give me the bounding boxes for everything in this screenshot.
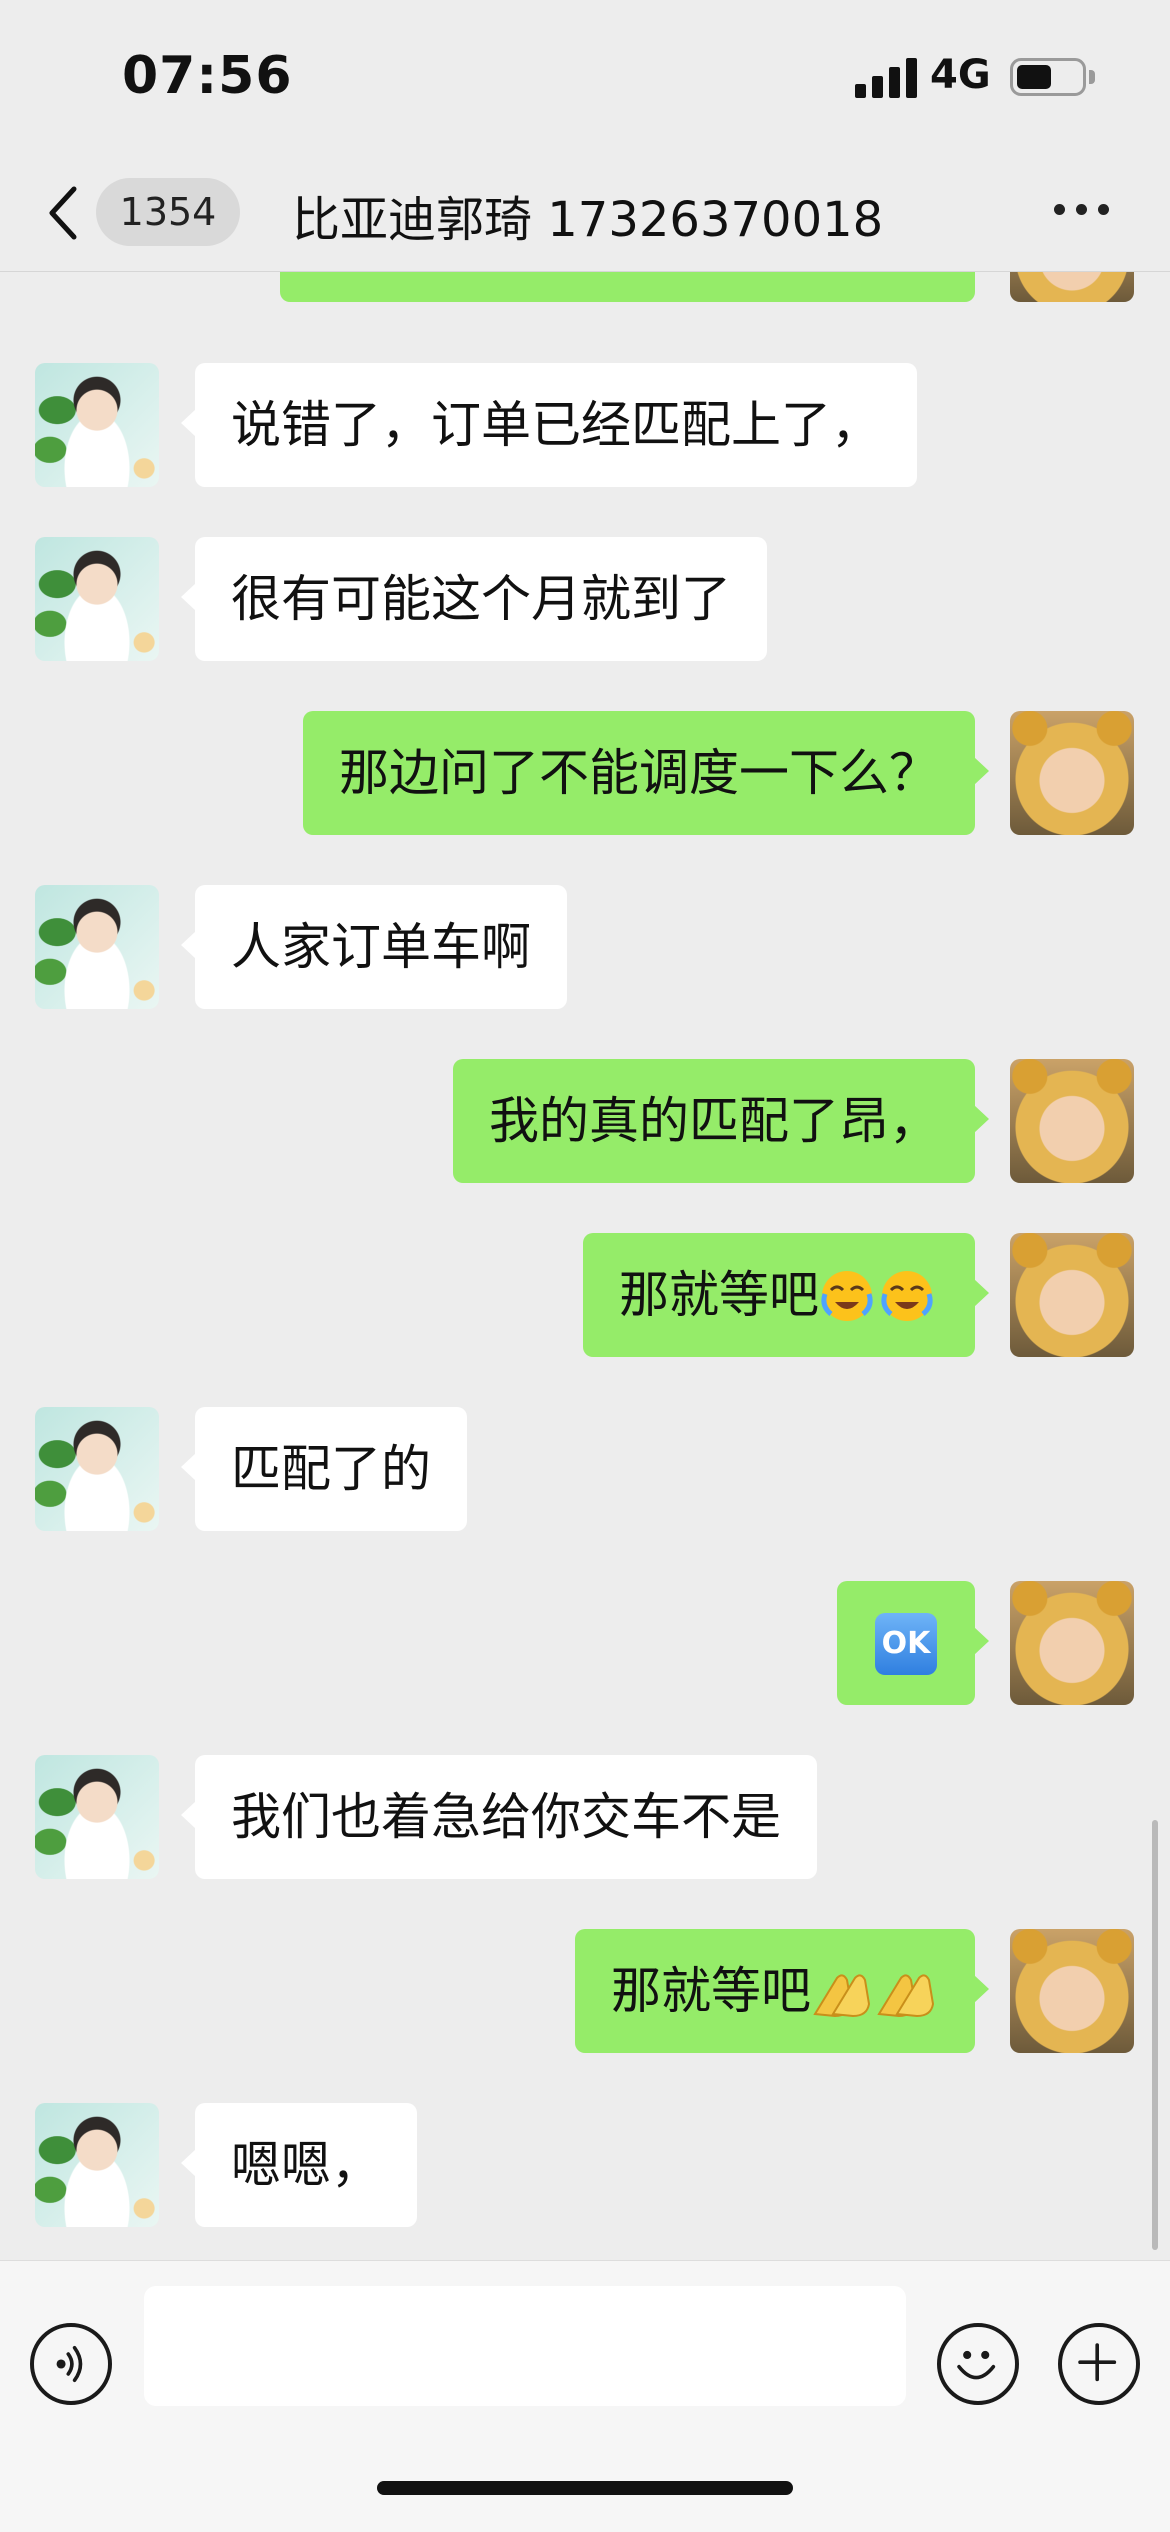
input-bar — [0, 2260, 1170, 2532]
outgoing-message-bubble[interactable]: 那就等吧 — [583, 1233, 989, 1357]
incoming-message-bubble[interactable]: 嗯嗯， — [181, 2103, 417, 2227]
contact-avatar[interactable] — [35, 1407, 159, 1531]
outgoing-message-bubble[interactable]: 那边问了不能调度一下么？ — [303, 711, 989, 835]
partial-message-bubble[interactable] — [280, 272, 975, 302]
status-bar: 07:56 4G — [0, 0, 1170, 150]
incoming-message-bubble[interactable]: 匹配了的 — [181, 1407, 467, 1531]
incoming-message-bubble[interactable]: 说错了，订单已经匹配上了， — [181, 363, 917, 487]
incoming-message-bubble[interactable]: 很有可能这个月就到了 — [181, 537, 767, 661]
self-avatar[interactable] — [1010, 711, 1134, 835]
clapping-hands-emoji — [877, 1973, 935, 2017]
incoming-message-bubble[interactable]: 我们也着急给你交车不是 — [181, 1755, 817, 1879]
message-row: 我们也着急给你交车不是 — [0, 1755, 1170, 1879]
message-text: 那就等吧 — [611, 1962, 811, 2020]
battery-icon — [1010, 58, 1086, 96]
voice-input-icon[interactable] — [30, 2323, 112, 2405]
incoming-message-bubble[interactable]: 人家订单车啊 — [181, 885, 567, 1009]
signal-strength-icon — [855, 58, 917, 98]
chat-screen: 07:56 4G 1354 比亚迪郭琦 17326370018 说错了，订单已经 — [0, 0, 1170, 2532]
battery-level — [1017, 65, 1051, 89]
message-row: 说错了，订单已经匹配上了， — [0, 363, 1170, 487]
status-time: 07:56 — [122, 46, 293, 106]
message-list[interactable]: 说错了，订单已经匹配上了， 很有可能这个月就到了 那边问了不能调度一下么？ 人家… — [0, 272, 1170, 2260]
loudly-crying-face-emoji — [881, 1270, 933, 1321]
message-row: 人家订单车啊 — [0, 885, 1170, 1009]
contact-avatar[interactable] — [35, 885, 159, 1009]
contact-avatar[interactable] — [35, 2103, 159, 2227]
message-row: 那就等吧 — [0, 1929, 1170, 2053]
message-row: 那边问了不能调度一下么？ — [0, 711, 1170, 835]
outgoing-message-bubble[interactable]: 那就等吧 — [575, 1929, 989, 2053]
ok-button-emoji: OK — [875, 1612, 937, 1675]
home-indicator[interactable] — [377, 2481, 793, 2495]
emoji-picker-icon[interactable] — [937, 2323, 1019, 2405]
chat-title: 比亚迪郭琦 17326370018 — [292, 192, 884, 248]
outgoing-message-bubble[interactable]: OK — [837, 1581, 989, 1705]
loudly-crying-face-emoji — [821, 1270, 873, 1321]
message-row: 我的真的匹配了昂， — [0, 1059, 1170, 1183]
message-row: OK — [0, 1581, 1170, 1705]
self-avatar[interactable] — [1010, 1233, 1134, 1357]
self-avatar[interactable] — [1010, 272, 1134, 302]
self-avatar[interactable] — [1010, 1581, 1134, 1705]
outgoing-message-bubble[interactable]: 我的真的匹配了昂， — [453, 1059, 989, 1183]
network-type: 4G — [930, 52, 991, 98]
message-row: 嗯嗯， — [0, 2103, 1170, 2227]
unread-count-badge[interactable]: 1354 — [96, 178, 240, 246]
more-options-icon[interactable] — [1052, 200, 1112, 220]
scrollbar-thumb[interactable] — [1152, 1820, 1158, 2250]
self-avatar[interactable] — [1010, 1929, 1134, 2053]
self-avatar[interactable] — [1010, 1059, 1134, 1183]
battery-cap — [1089, 70, 1095, 84]
message-text: 那就等吧 — [619, 1266, 819, 1324]
message-input[interactable] — [144, 2286, 906, 2406]
message-row: 匹配了的 — [0, 1407, 1170, 1531]
clapping-hands-emoji — [813, 1973, 871, 2017]
nav-bar: 1354 比亚迪郭琦 17326370018 — [0, 150, 1170, 272]
contact-avatar[interactable] — [35, 363, 159, 487]
contact-avatar[interactable] — [35, 1755, 159, 1879]
contact-avatar[interactable] — [35, 537, 159, 661]
more-functions-plus-icon[interactable] — [1058, 2323, 1140, 2405]
message-row: 很有可能这个月就到了 — [0, 537, 1170, 661]
back-chevron-icon[interactable] — [44, 185, 84, 241]
message-row: 那就等吧 — [0, 1233, 1170, 1357]
